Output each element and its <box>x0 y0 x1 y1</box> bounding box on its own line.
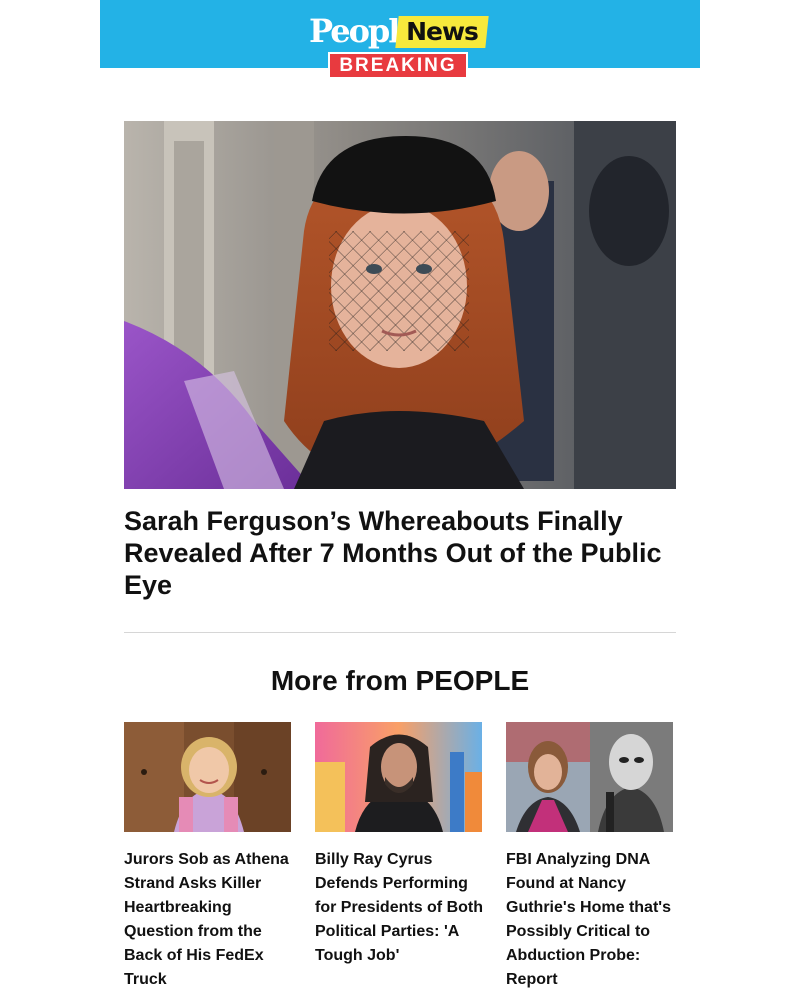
story-card-title[interactable]: FBI Analyzing DNA Found at Nancy Guthrie… <box>506 848 676 992</box>
divider <box>124 632 676 633</box>
story-card-image[interactable] <box>506 722 673 832</box>
hero-headline-link[interactable]: Sarah Ferguson’s Whereabouts Finally Rev… <box>124 505 676 601</box>
photo-sarah-ferguson-icon <box>124 121 676 489</box>
photo-girl-smiling-icon <box>124 722 291 832</box>
logo-news-text: News <box>406 17 478 46</box>
story-card: FBI Analyzing DNA Found at Nancy Guthrie… <box>506 722 673 992</box>
story-card-title[interactable]: Billy Ray Cyrus Defends Performing for P… <box>315 848 485 968</box>
hero-image[interactable] <box>124 121 676 489</box>
story-card-title[interactable]: Jurors Sob as Athena Strand Asks Killer … <box>124 848 294 992</box>
story-card: Billy Ray Cyrus Defends Performing for P… <box>315 722 485 968</box>
photo-nancy-guthrie-icon <box>506 722 673 832</box>
story-card: Jurors Sob as Athena Strand Asks Killer … <box>124 722 291 992</box>
story-card-image[interactable] <box>315 722 482 832</box>
photo-billy-ray-cyrus-icon <box>315 722 482 832</box>
more-from-people-heading: More from PEOPLE <box>270 665 530 696</box>
logo-breaking-badge: BREAKING <box>328 52 468 79</box>
story-card-image[interactable] <box>124 722 291 832</box>
people-news-breaking-logo[interactable]: People News BREAKING <box>309 12 489 80</box>
logo-news-badge: News <box>395 16 489 48</box>
